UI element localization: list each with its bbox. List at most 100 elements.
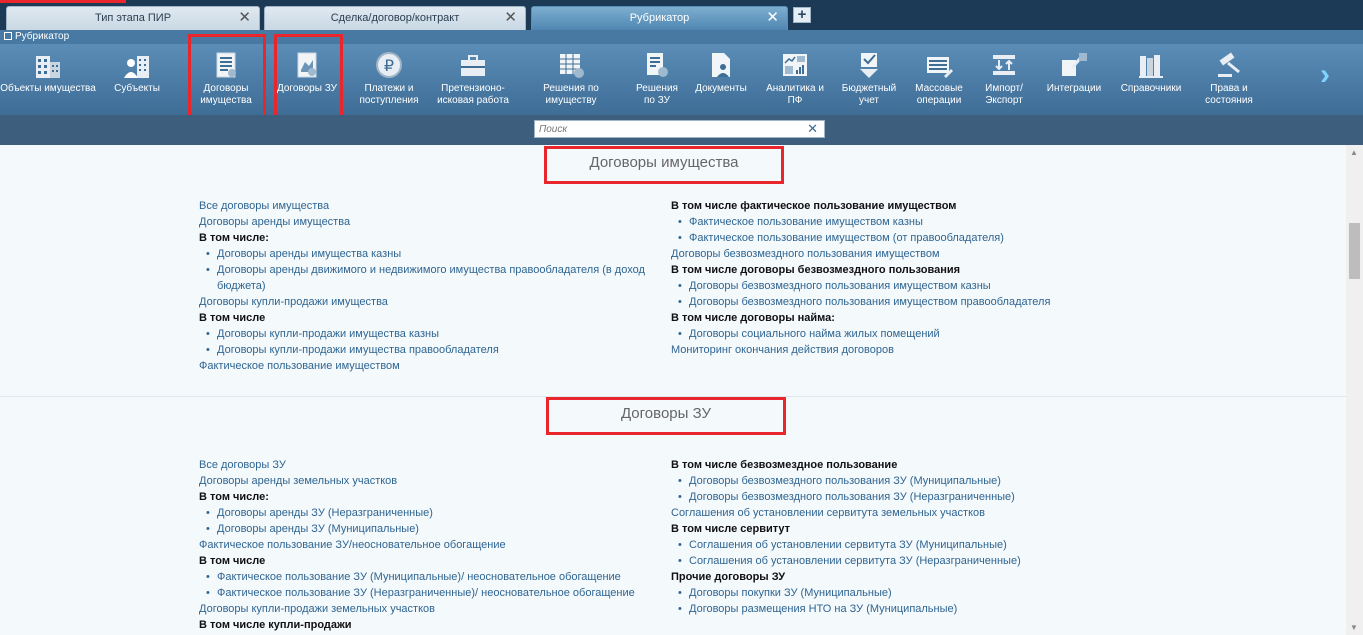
search-input[interactable] [535, 121, 795, 137]
toolbar-label: Субъекты [114, 83, 160, 94]
toolbar-label: операции [916, 95, 962, 106]
link-land-actual-use[interactable]: Фактическое пользование ЗУ/неосновательн… [199, 537, 649, 553]
scroll-thumb[interactable] [1349, 223, 1360, 279]
link-land-free-use-municipal[interactable]: Договоры безвозмездного пользования ЗУ (… [671, 473, 1141, 489]
link-all-property-contracts[interactable]: Все договоры имущества [199, 198, 649, 214]
toolbar-label: поступления [359, 95, 419, 106]
group-heading: В том числе купли-продажи [199, 619, 352, 631]
link-free-use-rightholder[interactable]: Договоры безвозмездного пользования имущ… [671, 294, 1141, 310]
group-heading: В том числе [199, 555, 266, 567]
chevron-right-icon[interactable]: › [1320, 58, 1330, 92]
toolbar-label: Права и [1210, 83, 1248, 94]
document-gear-icon [647, 53, 668, 77]
link-servitude-municipal[interactable]: Соглашения об установлении сервитута ЗУ … [671, 537, 1141, 553]
link-rightholder-sale[interactable]: Договоры купли-продажи имущества правооб… [199, 342, 649, 358]
toolbar-item-property-objects[interactable]: Объекты имущества [0, 44, 96, 115]
toolbar-label: Экспорт [985, 95, 1023, 106]
toolbar-item-documents[interactable]: Документы [690, 44, 752, 115]
analytics-charts-icon [783, 54, 807, 76]
group-heading: В том числе фактическое пользование имущ… [671, 200, 957, 212]
link-actual-use-rightholder[interactable]: Фактическое пользование имуществом (от п… [671, 230, 1141, 246]
link-land-lease-municipal[interactable]: Договоры аренды ЗУ (Муниципальные) [199, 521, 649, 537]
scroll-down-icon[interactable]: ▼ [1350, 623, 1358, 632]
close-icon[interactable]: ✕ [504, 7, 517, 29]
scroll-up-icon[interactable]: ▲ [1350, 148, 1358, 157]
link-all-land-contracts[interactable]: Все договоры ЗУ [199, 457, 649, 473]
toolbar-item-budget[interactable]: Бюджетный учет [836, 44, 902, 115]
link-land-lease[interactable]: Договоры аренды земельных участков [199, 473, 649, 489]
toolbar-item-directories[interactable]: Справочники [1112, 44, 1190, 115]
svg-text:₽: ₽ [384, 56, 394, 75]
link-treasury-lease[interactable]: Договоры аренды имущества казны [199, 246, 649, 262]
group-heading: В том числе безвозмездное пользование [671, 459, 898, 471]
land-right-column: В том числе безвозмездное пользование До… [671, 457, 1141, 617]
property-right-column: В том числе фактическое пользование имущ… [671, 198, 1141, 358]
link-social-rent[interactable]: Договоры социального найма жилых помещен… [671, 326, 1141, 342]
toolbar-label: Платежи и [364, 83, 414, 94]
link-free-use-treasury[interactable]: Договоры безвозмездного пользования имущ… [671, 278, 1141, 294]
link-expiry-monitoring[interactable]: Мониторинг окончания действия договоров [671, 342, 1141, 358]
toolbar-label: состояния [1205, 95, 1253, 106]
tab-bar-accent [0, 0, 126, 3]
toolbar-item-claims[interactable]: Претензионо- исковая работа [430, 44, 516, 115]
search-bar: ✕ [0, 115, 1363, 145]
toolbar-item-subjects[interactable]: Субъекты [104, 44, 170, 115]
link-land-sale[interactable]: Договоры купли-продажи земельных участко… [199, 601, 649, 617]
link-land-actual-use-municipal[interactable]: Фактическое пользование ЗУ (Муниципальны… [199, 569, 649, 585]
close-icon[interactable]: ✕ [238, 7, 251, 29]
toolbar-item-rights[interactable]: Права и состояния [1196, 44, 1262, 115]
link-treasury-sale[interactable]: Договоры купли-продажи имущества казны [199, 326, 649, 342]
vertical-scrollbar[interactable]: ▲ ▼ [1346, 145, 1363, 635]
toolbar-item-property-decisions[interactable]: Решения по имуществу [538, 44, 604, 115]
toolbar-item-import-export[interactable]: Импорт/ Экспорт [974, 44, 1034, 115]
import-export-icon [993, 55, 1015, 75]
toolbar-item-mass-operations[interactable]: Массовые операции [906, 44, 972, 115]
tab-pir-stage-type[interactable]: Тип этапа ПИР ✕ [6, 6, 260, 30]
section-title-property: Договоры имущества [544, 146, 784, 184]
toolbar-item-analytics[interactable]: Аналитика и ПФ [762, 44, 828, 115]
building-icon [36, 56, 60, 78]
tab-deal-contract[interactable]: Сделка/договор/контракт ✕ [264, 6, 526, 30]
close-icon[interactable]: ✕ [766, 7, 779, 29]
group-heading: Прочие договоры ЗУ [671, 571, 786, 583]
link-nto-placement-municipal[interactable]: Договоры размещения НТО на ЗУ (Муниципал… [671, 601, 1141, 617]
group-heading: В том числе сервитут [671, 523, 791, 535]
link-land-free-use-undivided[interactable]: Договоры безвозмездного пользования ЗУ (… [671, 489, 1141, 505]
link-actual-use[interactable]: Фактическое пользование имуществом [199, 358, 649, 374]
toolbar-label: Решения по [543, 83, 599, 94]
breadcrumb-label: Рубрикатор [15, 31, 70, 42]
group-heading: В том числе: [199, 232, 269, 244]
link-land-actual-use-undivided[interactable]: Фактическое пользование ЗУ (Неразграниче… [199, 585, 649, 601]
toolbar-item-payments[interactable]: ₽ Платежи и поступления [356, 44, 422, 115]
people-building-icon [124, 56, 149, 78]
group-heading: В том числе [199, 312, 266, 324]
property-left-column: Все договоры имущества Договоры аренды и… [199, 198, 649, 374]
add-tab-button[interactable]: + [793, 7, 811, 23]
link-land-purchase-municipal[interactable]: Договоры покупки ЗУ (Муниципальные) [671, 585, 1141, 601]
link-land-lease-undivided[interactable]: Договоры аренды ЗУ (Неразграниченные) [199, 505, 649, 521]
tab-label: Сделка/договор/контракт [330, 12, 460, 24]
toolbar-label: Массовые [915, 83, 963, 94]
tab-rubricator[interactable]: Рубрикатор ✕ [531, 6, 788, 30]
toolbar-label: Справочники [1120, 83, 1182, 94]
search-box: ✕ [534, 120, 825, 138]
toolbar-item-integrations[interactable]: Интеграции [1040, 44, 1108, 115]
toolbar-label: учет [858, 95, 880, 106]
integration-icon [1062, 53, 1087, 76]
tab-label: Тип этапа ПИР [94, 12, 172, 24]
link-property-sale[interactable]: Договоры купли-продажи имущества [199, 294, 649, 310]
link-free-use[interactable]: Договоры безвозмездного пользования имущ… [671, 246, 1141, 262]
toolbar-item-land-decisions[interactable]: Решения по ЗУ [626, 44, 688, 115]
link-servitude-undivided[interactable]: Соглашения об установлении сервитута ЗУ … [671, 553, 1141, 569]
link-actual-use-treasury[interactable]: Фактическое пользование имуществом казны [671, 214, 1141, 230]
briefcase-icon [461, 55, 485, 76]
link-property-lease[interactable]: Договоры аренды имущества [199, 214, 649, 230]
land-left-column: Все договоры ЗУ Договоры аренды земельны… [199, 457, 649, 633]
link-servitude[interactable]: Соглашения об установлении сервитута зем… [671, 505, 1141, 521]
clear-icon[interactable]: ✕ [807, 121, 818, 137]
highlight-land-contracts [274, 34, 343, 118]
table-edit-icon [927, 57, 953, 78]
toolbar-label: Импорт/ [985, 83, 1023, 94]
toolbar-label: имуществу [545, 95, 597, 106]
link-rightholder-lease[interactable]: Договоры аренды движимого и недвижимого … [199, 262, 649, 294]
